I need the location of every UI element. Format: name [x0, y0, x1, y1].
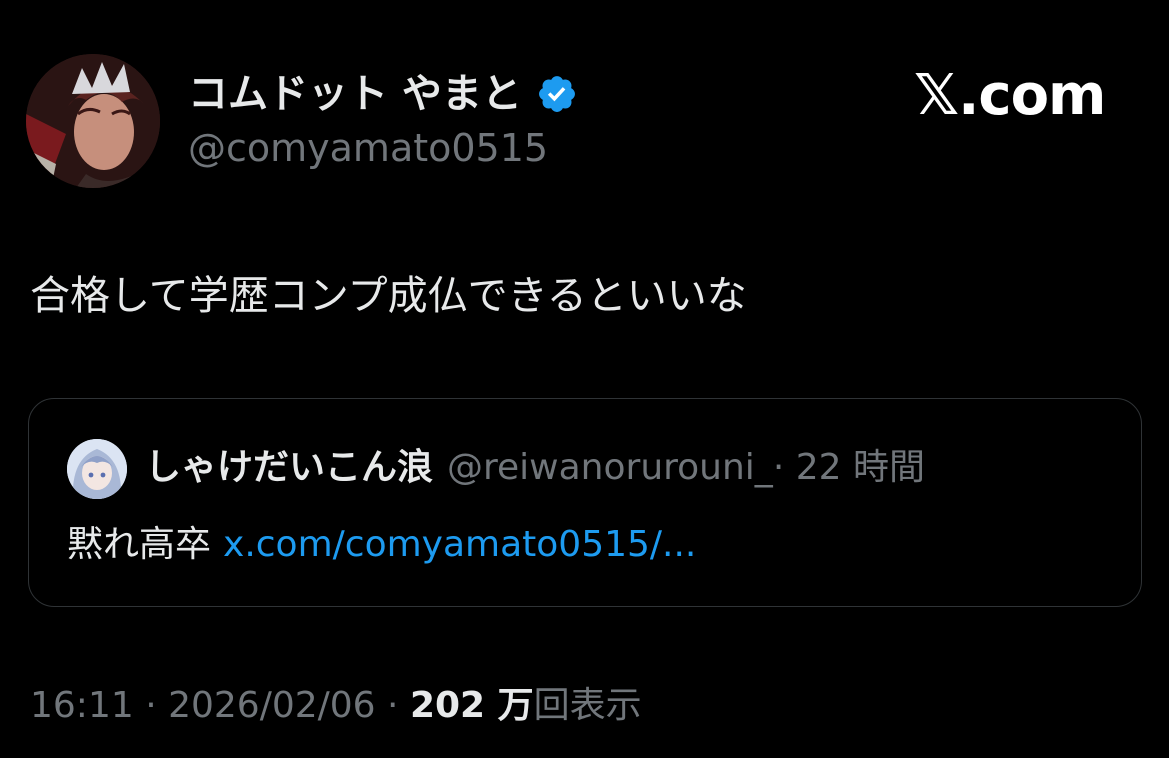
author-avatar[interactable]	[26, 54, 160, 188]
views-label[interactable]: 回表示	[534, 685, 642, 726]
meta-separator: ·	[375, 685, 410, 726]
tweet-time[interactable]: 16:11	[30, 685, 134, 726]
author-name-text: コムドット やまと	[188, 71, 522, 117]
quoted-author-handle[interactable]: @reiwanorurouni_	[447, 447, 773, 488]
header-separator: ·	[772, 447, 785, 488]
quoted-tweet-link[interactable]: x.com/comyamato0515/...	[223, 524, 696, 565]
quoted-tweet-text: 黙れ高卒	[67, 524, 212, 565]
quoted-tweet-time[interactable]: 22 時間	[796, 447, 925, 488]
meta-separator: ·	[133, 685, 169, 726]
tweet-date[interactable]: 2026/02/06	[168, 685, 376, 726]
tweet-screenshot: コムドット やまと @comyamato0515 𝕏.com 合格して学歴コンプ…	[0, 0, 1169, 758]
quoted-tweet-header: しゃけだいこん浪 @reiwanorurouni_· 22 時間	[145, 443, 925, 493]
author-handle[interactable]: @comyamato0515	[188, 124, 548, 172]
avatar-image	[26, 54, 160, 188]
tweet-meta: 16:11 · 2026/02/06 · 202 万回表示	[30, 680, 642, 732]
x-brand-logo: 𝕏.com	[914, 63, 1106, 128]
quoted-tweet-card[interactable]: しゃけだいこん浪 @reiwanorurouni_· 22 時間 黙れ高卒 x.co…	[28, 398, 1142, 607]
quoted-tweet-body: 黙れ高卒 x.com/comyamato0515/...	[67, 519, 696, 571]
author-display-name[interactable]: コムドット やまと	[188, 68, 578, 120]
quoted-avatar-image	[67, 439, 127, 499]
views-count[interactable]: 202 万	[410, 685, 534, 726]
verified-badge-icon	[536, 73, 578, 115]
tweet-text: 合格して学歴コンプ成仏できるといいな	[30, 273, 747, 319]
quoted-author-avatar[interactable]	[67, 439, 127, 499]
quoted-author-name[interactable]: しゃけだいこん浪	[145, 447, 433, 488]
